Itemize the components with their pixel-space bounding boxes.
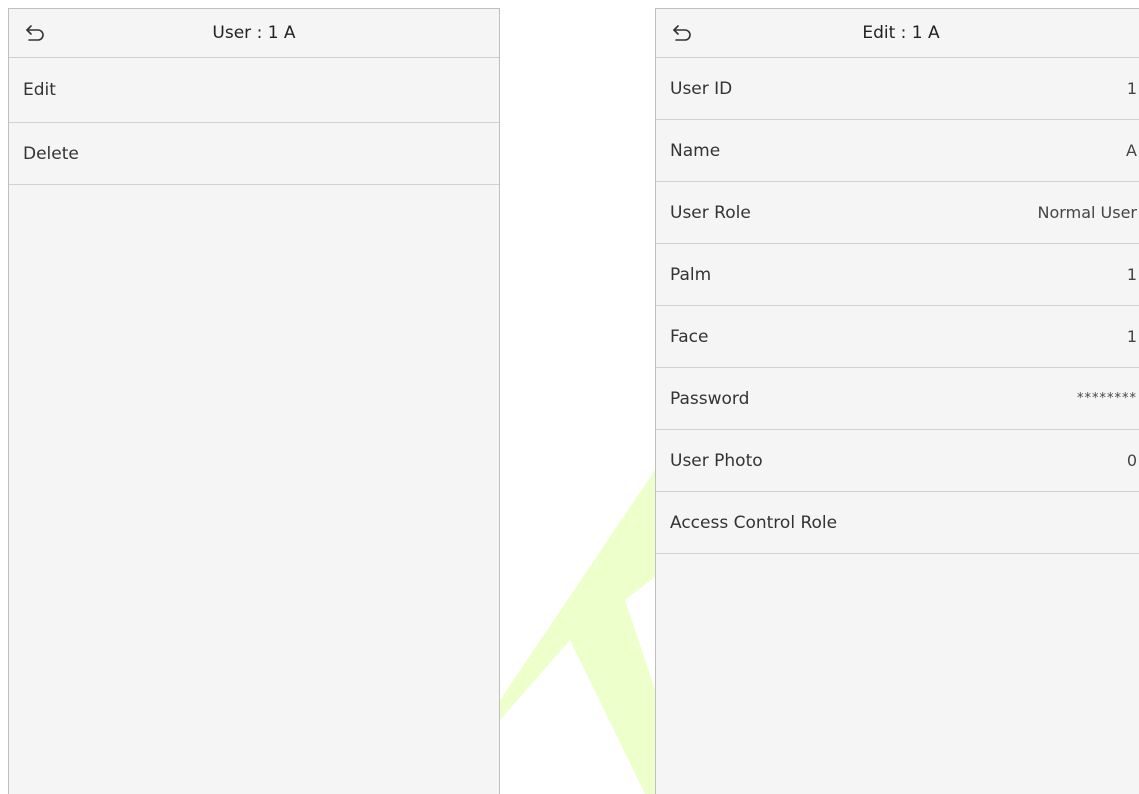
field-label: Palm [670, 264, 712, 285]
edit-user-screen: Edit : 1 A User ID 1 Name A User Role No… [655, 8, 1139, 794]
back-arrow-icon[interactable] [670, 21, 694, 45]
menu-item-label: Edit [23, 80, 56, 100]
field-palm[interactable]: Palm 1 [656, 244, 1139, 306]
stage: User : 1 A Edit Delete Edit : 1 A User I… [0, 0, 1139, 794]
title-bar: User : 1 A [9, 9, 499, 58]
field-access-control-role[interactable]: Access Control Role [656, 492, 1139, 554]
field-name[interactable]: Name A [656, 120, 1139, 182]
back-arrow-icon[interactable] [23, 21, 47, 45]
field-value: 1 [1126, 265, 1137, 284]
field-label: Access Control Role [670, 512, 838, 533]
menu-item-label: Delete [23, 143, 79, 164]
field-value: ******** [1077, 391, 1137, 406]
field-value: 0 [1126, 451, 1137, 470]
menu-item-edit[interactable]: Edit [9, 58, 499, 123]
title-bar: Edit : 1 A [656, 9, 1139, 58]
field-value: 1 [1126, 327, 1137, 346]
field-value: Normal User [1037, 203, 1137, 222]
field-label: Face [670, 326, 709, 347]
field-label: User Role [670, 202, 751, 223]
field-face[interactable]: Face 1 [656, 306, 1139, 368]
field-user-role[interactable]: User Role Normal User [656, 182, 1139, 244]
field-password[interactable]: Password ******** [656, 368, 1139, 430]
field-value: 1 [1126, 79, 1137, 98]
page-title: User : 1 A [212, 23, 296, 43]
field-user-photo[interactable]: User Photo 0 [656, 430, 1139, 492]
field-label: Password [670, 388, 750, 409]
field-label: User Photo [670, 450, 763, 471]
field-label: Name [670, 140, 721, 161]
user-menu-screen: User : 1 A Edit Delete [8, 8, 500, 794]
field-value: A [1126, 141, 1137, 160]
field-user-id[interactable]: User ID 1 [656, 58, 1139, 120]
field-label: User ID [670, 78, 733, 99]
page-title: Edit : 1 A [862, 23, 940, 43]
menu-item-delete[interactable]: Delete [9, 123, 499, 185]
